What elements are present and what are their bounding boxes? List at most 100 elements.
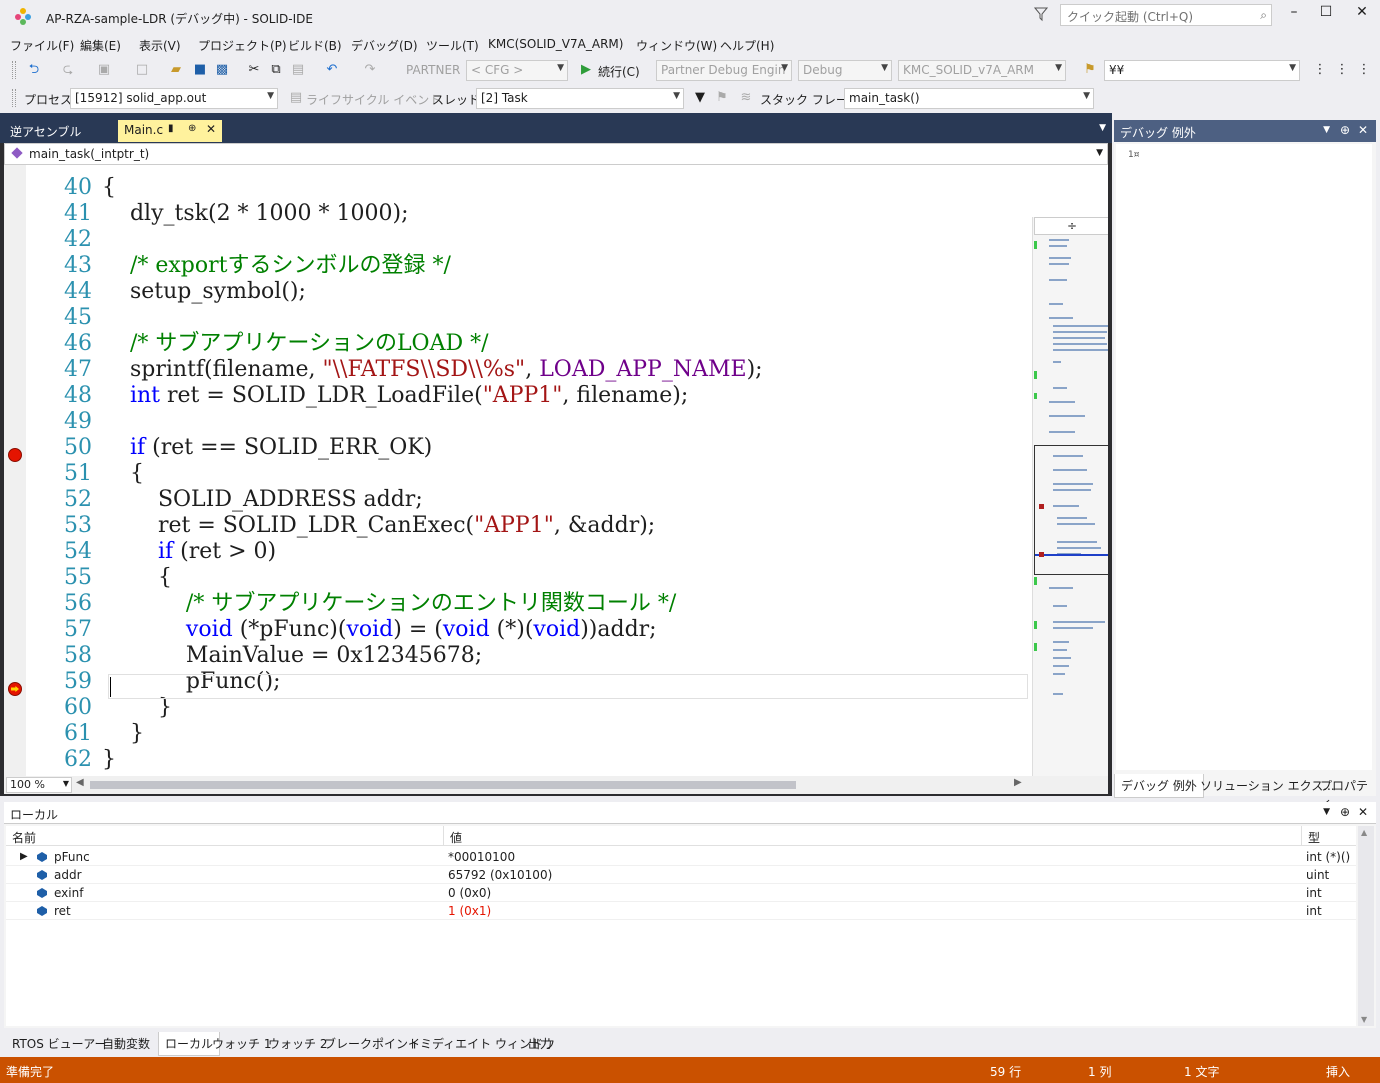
code-text: { <box>102 565 172 590</box>
minimize-button[interactable]: – <box>1282 4 1306 26</box>
variable-value[interactable]: 65792 (0x10100) <box>448 868 552 882</box>
close-icon[interactable]: ✕ <box>1358 805 1368 819</box>
table-row[interactable]: exinf 0 (0x0) int <box>6 884 1356 902</box>
breakpoint-icon[interactable] <box>8 448 22 462</box>
cut-icon[interactable]: ✂ <box>246 62 262 78</box>
platform-combo[interactable]: KMC_SOLID_v7A_ARM ▼ <box>898 60 1066 81</box>
expand-icon[interactable]: ▶ <box>20 851 28 862</box>
toolbar-options-icon[interactable]: ⋮ <box>1312 62 1328 78</box>
scroll-left-icon[interactable]: ◀ <box>76 777 84 788</box>
chevron-down-icon[interactable]: ▼ <box>1099 123 1106 133</box>
tab-autos[interactable]: 自動変数 <box>96 1032 156 1055</box>
toolbar-grip[interactable] <box>12 89 16 107</box>
table-row[interactable]: ▶ pFunc *00010100 int (*)() <box>6 848 1356 866</box>
close-tab-icon[interactable]: ✕ <box>206 122 216 136</box>
line-number: 41 <box>64 201 92 226</box>
pin-icon[interactable]: ⊕ <box>1340 805 1350 819</box>
redo-icon[interactable]: ↷ <box>362 62 378 78</box>
tab-debug-exceptions[interactable]: デバッグ 例外 <box>1114 774 1204 798</box>
quick-launch-input[interactable]: クイック起動 (Ctrl+Q) ⌕ <box>1060 4 1272 26</box>
code-editor[interactable]: 40 41 42 43 44 45 46 47 48 49 50 51 52 5… <box>4 165 1108 776</box>
forward-icon[interactable]: ⮎ <box>60 62 76 78</box>
tab-output[interactable]: 出力 <box>522 1032 558 1055</box>
pin-icon[interactable]: ⊕ <box>1340 123 1350 137</box>
scroll-right-icon[interactable]: ▶ <box>1014 777 1022 788</box>
save-all-icon[interactable]: ▩ <box>214 62 230 78</box>
back-icon[interactable]: ⮌ <box>26 62 42 78</box>
path-combo[interactable]: ¥¥ ▼ <box>1104 60 1300 81</box>
panel-body[interactable]: 1¤ <box>1116 144 1372 770</box>
standard-toolbar: ⮌ ⮎ ▣ □ ▰ ■ ▩ ✂ ⧉ ▤ ↶ ↷ PARTNER < CFG > ▼… <box>0 57 1380 85</box>
zoom-combo[interactable]: 100 % ▼ <box>6 777 72 793</box>
thread-combo[interactable]: [2] Task ▼ <box>476 88 684 109</box>
column-header-value[interactable]: 値 <box>444 826 1302 846</box>
menu-build[interactable]: ビルド(B) <box>288 37 342 54</box>
process-combo[interactable]: [15912] solid_app.out ▼ <box>70 88 278 109</box>
menu-tools[interactable]: ツール(T) <box>426 37 479 54</box>
stack-frame-combo[interactable]: main_task() ▼ <box>844 88 1094 109</box>
menu-window[interactable]: ウィンドウ(W) <box>636 37 717 54</box>
breakpoint-margin[interactable] <box>4 165 26 776</box>
play-icon[interactable]: ▶ <box>578 62 594 78</box>
filter-icon[interactable]: ▼ <box>692 90 708 106</box>
chevron-down-icon: ▼ <box>1055 63 1062 73</box>
chevron-down-icon[interactable]: ▼ <box>1323 125 1330 135</box>
column-header-name[interactable]: 名前 <box>6 826 444 846</box>
new-file-icon[interactable]: □ <box>134 62 150 78</box>
find-in-files-icon[interactable]: ⚑ <box>1082 62 1098 78</box>
menu-debug[interactable]: デバッグ(D) <box>351 37 418 54</box>
copy-icon[interactable]: ⧉ <box>268 62 284 78</box>
filter-icon[interactable] <box>1034 6 1048 22</box>
show-threads-icon[interactable]: ≋ <box>738 90 754 106</box>
variable-value-changed[interactable]: 1 (0x1) <box>448 904 491 918</box>
chevron-down-icon[interactable]: ▼ <box>1096 148 1103 158</box>
scroll-up-icon[interactable]: ▲ <box>1361 828 1367 837</box>
column-header-type[interactable]: 型 <box>1302 826 1356 846</box>
undo-icon[interactable]: ↶ <box>324 62 340 78</box>
menu-help[interactable]: ヘルプ(H) <box>720 37 774 54</box>
toolbar-grip[interactable] <box>12 61 16 79</box>
panel-title: ローカル <box>10 808 59 822</box>
flag-threads-icon[interactable]: ⚑ <box>714 90 730 106</box>
navigation-bar[interactable]: main_task(_intptr_t) ▼ <box>4 143 1108 165</box>
chevron-down-icon[interactable]: ▼ <box>1323 807 1330 817</box>
tab-main-c[interactable]: Main.c ▮ ⊕ ✕ <box>118 120 222 142</box>
variable-name: pFunc <box>54 850 90 864</box>
line-number: 56 <box>64 591 92 616</box>
vertical-scrollbar[interactable]: ▲ ▼ <box>1358 826 1374 1026</box>
scroll-down-icon[interactable]: ▼ <box>1361 1015 1367 1024</box>
search-icon[interactable]: ⌕ <box>1260 8 1267 23</box>
code-text: } <box>102 721 144 746</box>
new-project-icon[interactable]: ▣ <box>96 62 112 78</box>
menu-kmc[interactable]: KMC(SOLID_V7A_ARM) <box>488 37 623 51</box>
configuration-combo[interactable]: Debug ▼ <box>798 60 892 81</box>
open-folder-icon[interactable]: ▰ <box>168 62 184 78</box>
horizontal-scrollbar-thumb[interactable] <box>90 781 796 789</box>
toolbar-options-icon[interactable]: ⋮ <box>1356 62 1372 78</box>
current-statement-icon[interactable] <box>8 682 22 696</box>
variable-value[interactable]: 0 (0x0) <box>448 886 491 900</box>
table-row[interactable]: ret 1 (0x1) int <box>6 902 1356 920</box>
menu-project[interactable]: プロジェクト(P) <box>198 37 287 54</box>
paste-icon[interactable]: ▤ <box>290 62 306 78</box>
tab-disassembly[interactable]: 逆アセンブル <box>4 120 116 142</box>
toolbar-options-icon[interactable]: ⋮ <box>1334 62 1350 78</box>
code-text: (ret == SOLID_ERR_OK) <box>145 435 433 460</box>
maximize-button[interactable]: ☐ <box>1314 4 1338 26</box>
lifecycle-icon[interactable]: ▤ <box>288 90 304 106</box>
minimap-viewport[interactable] <box>1034 445 1108 575</box>
continue-button[interactable]: 続行(C) <box>598 63 640 80</box>
save-icon[interactable]: ■ <box>192 62 208 78</box>
lifecycle-events-button[interactable]: ライフサイクル イベント <box>306 91 441 108</box>
pin-icon[interactable]: ⊕ <box>188 123 196 134</box>
cfg-combo[interactable]: < CFG > ▼ <box>466 60 568 81</box>
close-button[interactable]: ✕ <box>1350 4 1374 26</box>
menu-file[interactable]: ファイル(F) <box>10 37 74 54</box>
close-icon[interactable]: ✕ <box>1358 123 1368 137</box>
menu-view[interactable]: 表示(V) <box>139 37 181 54</box>
table-row[interactable]: addr 65792 (0x10100) uint <box>6 866 1356 884</box>
variable-value[interactable]: *00010100 <box>448 850 515 864</box>
debug-engine-combo[interactable]: Partner Debug Engin ▼ <box>656 60 792 81</box>
menu-edit[interactable]: 編集(E) <box>80 37 121 54</box>
minimap-splitter[interactable]: ÷ <box>1034 217 1108 235</box>
